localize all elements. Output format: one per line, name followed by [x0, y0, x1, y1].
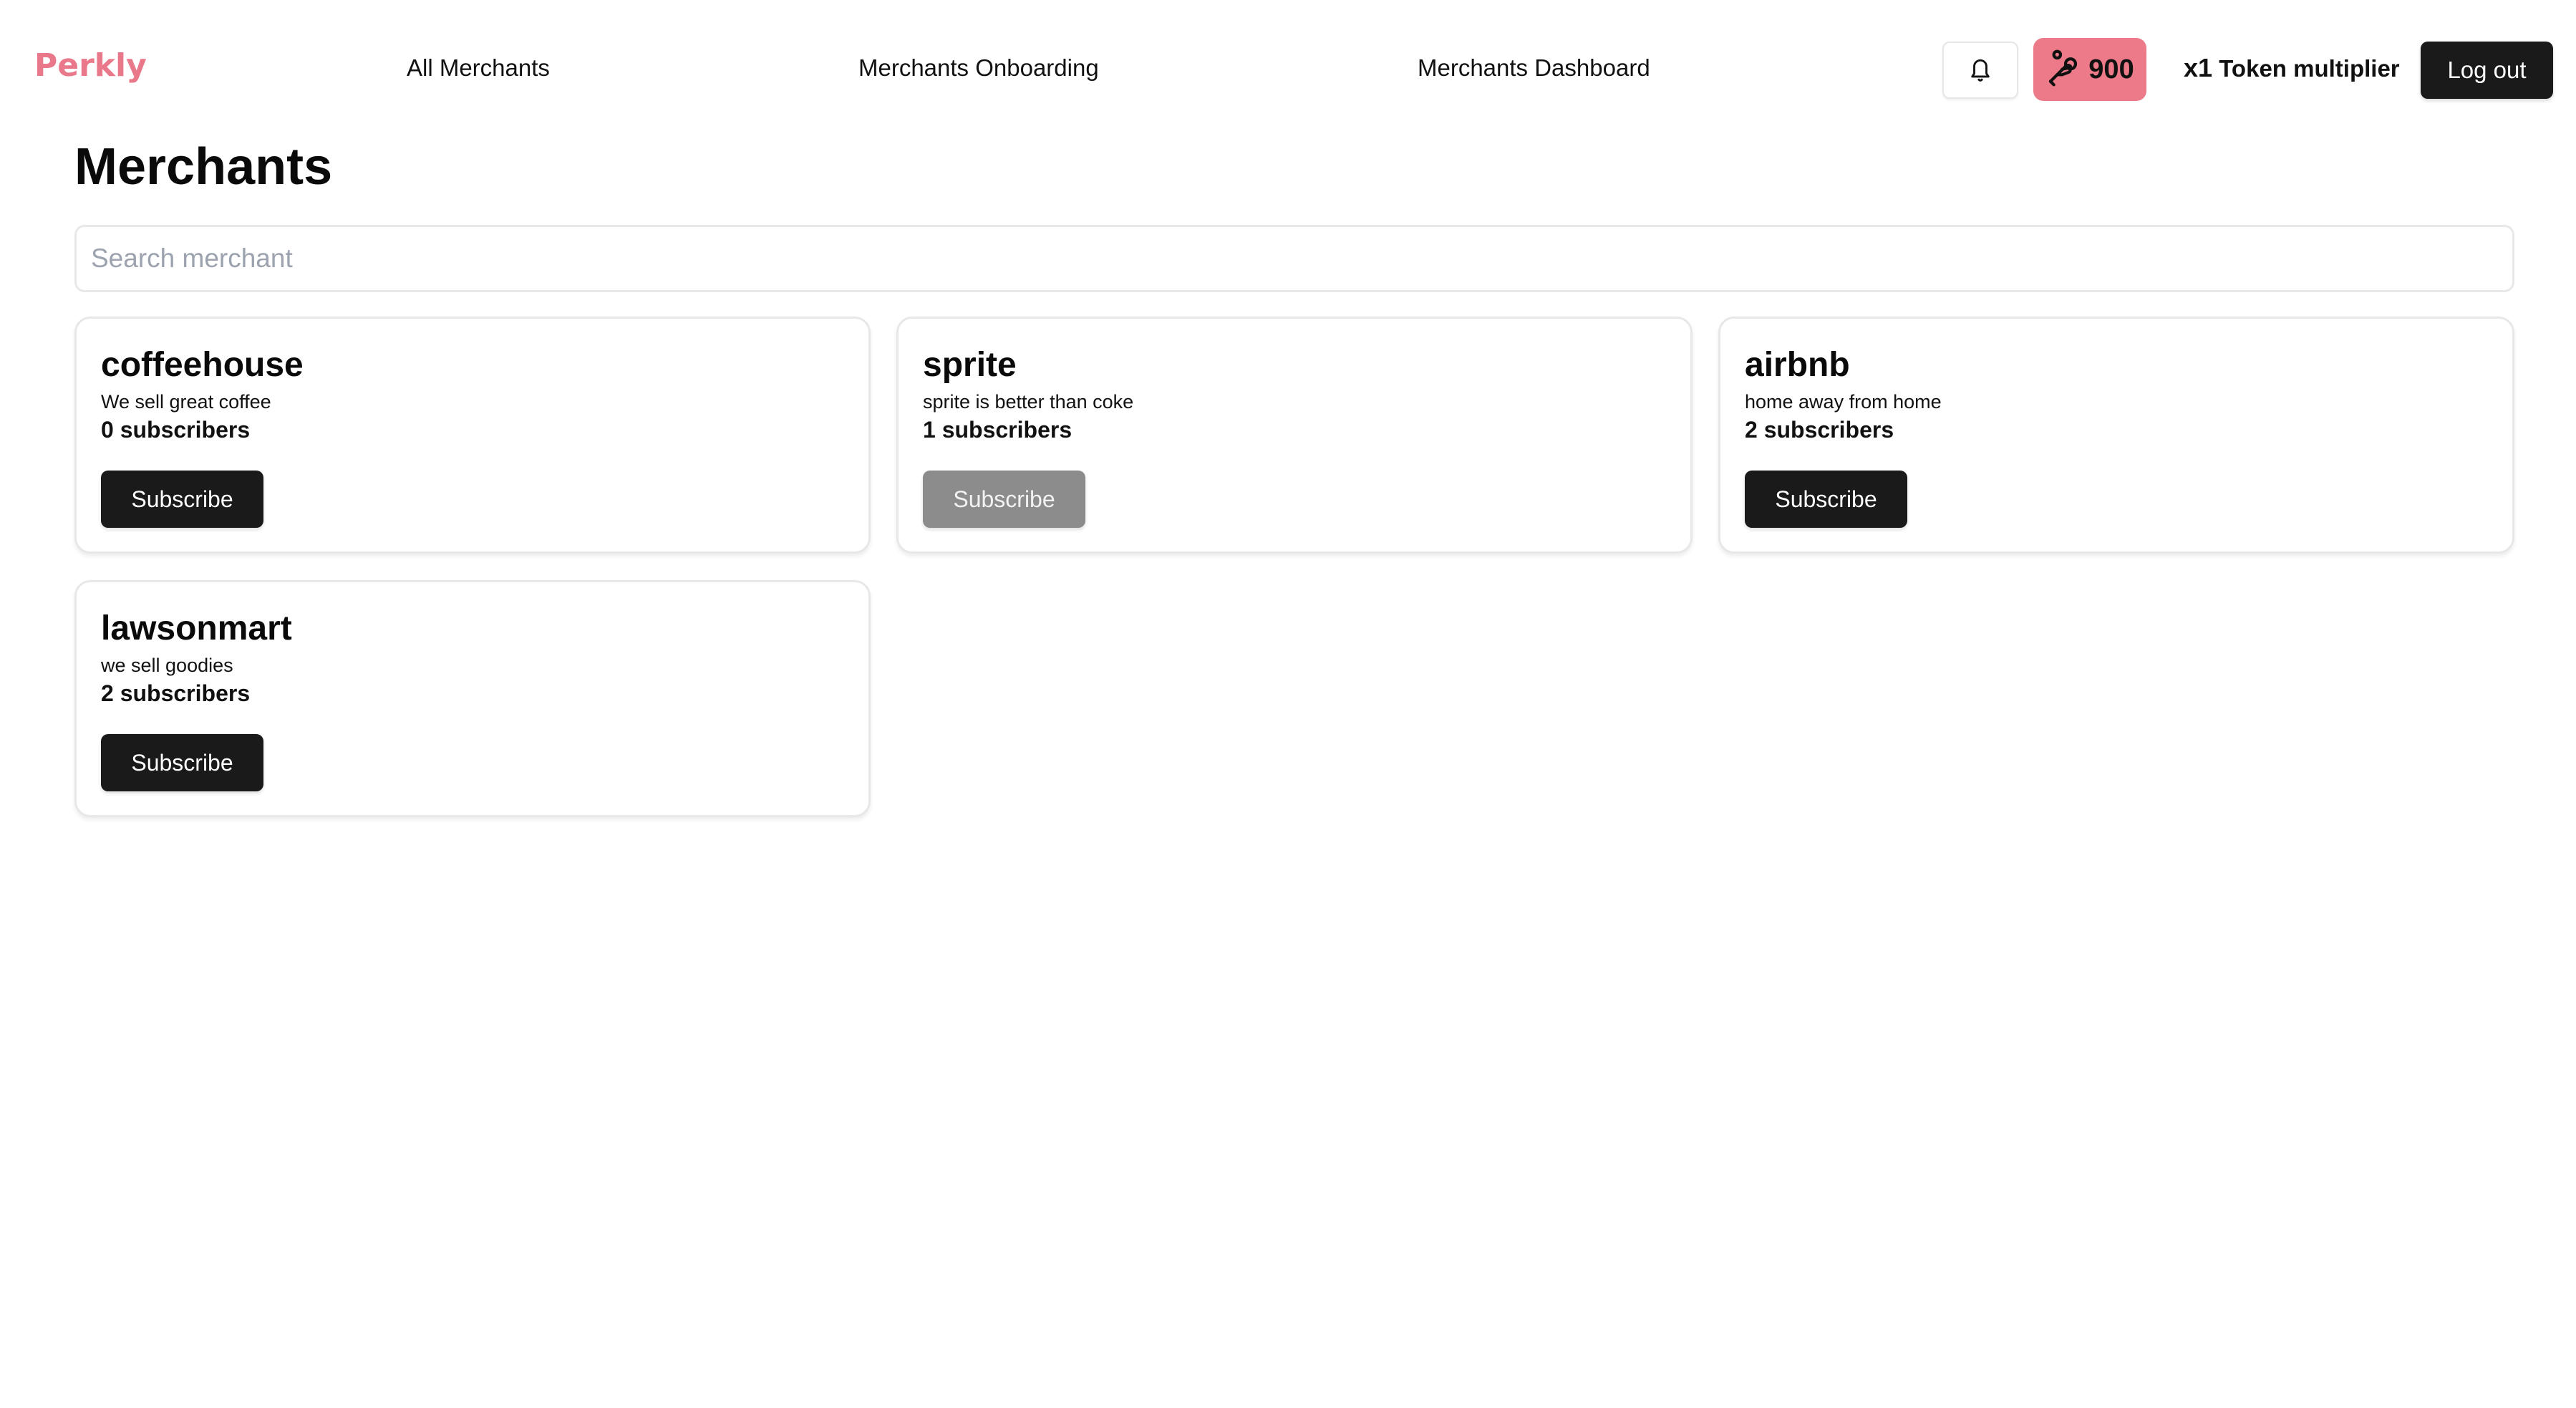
- merchant-description: We sell great coffee: [101, 390, 271, 413]
- merchant-grid: coffeehouse We sell great coffee 0 subsc…: [74, 317, 2514, 817]
- subscribe-button-disabled: Subscribe: [923, 471, 1085, 528]
- merchant-description: home away from home: [1745, 390, 1942, 413]
- merchant-card: lawsonmart we sell goodies 2 subscribers…: [74, 580, 871, 817]
- token-balance[interactable]: 900: [2033, 38, 2146, 101]
- hand-coins-icon: [2045, 48, 2086, 92]
- merchant-name: airbnb: [1745, 346, 1850, 384]
- multiplier-value: x1: [2184, 53, 2213, 82]
- navbar: Perkly All Merchants Merchants Onboardin…: [0, 0, 2576, 136]
- nav-link-all-merchants[interactable]: All Merchants: [407, 54, 550, 82]
- subscribe-button[interactable]: Subscribe: [101, 734, 263, 791]
- nav-link-merchants-onboarding[interactable]: Merchants Onboarding: [858, 54, 1099, 82]
- subscribe-button[interactable]: Subscribe: [101, 471, 263, 528]
- merchant-name: coffeehouse: [101, 346, 304, 384]
- merchant-subscribers: 1 subscribers: [923, 416, 1072, 443]
- token-value: 900: [2088, 54, 2134, 85]
- subscribe-button[interactable]: Subscribe: [1745, 471, 1907, 528]
- nav-link-merchants-dashboard[interactable]: Merchants Dashboard: [1418, 54, 1650, 82]
- token-multiplier: x1 Token multiplier: [2184, 53, 2400, 83]
- merchant-card: sprite sprite is better than coke 1 subs…: [896, 317, 1693, 554]
- bell-icon: [1968, 55, 1992, 86]
- merchant-name: sprite: [923, 346, 1017, 384]
- multiplier-label: Token multiplier: [2219, 55, 2400, 82]
- search-merchant-input[interactable]: [74, 225, 2514, 292]
- merchant-subscribers: 0 subscribers: [101, 416, 251, 443]
- merchant-description: sprite is better than coke: [923, 390, 1134, 413]
- notifications-button[interactable]: [1942, 42, 2018, 99]
- page-title: Merchants: [74, 138, 333, 196]
- logout-button[interactable]: Log out: [2421, 42, 2553, 99]
- merchant-card: airbnb home away from home 2 subscribers…: [1718, 317, 2514, 554]
- merchant-card: coffeehouse We sell great coffee 0 subsc…: [74, 317, 871, 554]
- merchant-subscribers: 2 subscribers: [1745, 416, 1894, 443]
- merchant-subscribers: 2 subscribers: [101, 680, 251, 706]
- merchant-name: lawsonmart: [101, 609, 292, 647]
- merchant-description: we sell goodies: [101, 654, 233, 676]
- logo[interactable]: Perkly: [34, 47, 147, 84]
